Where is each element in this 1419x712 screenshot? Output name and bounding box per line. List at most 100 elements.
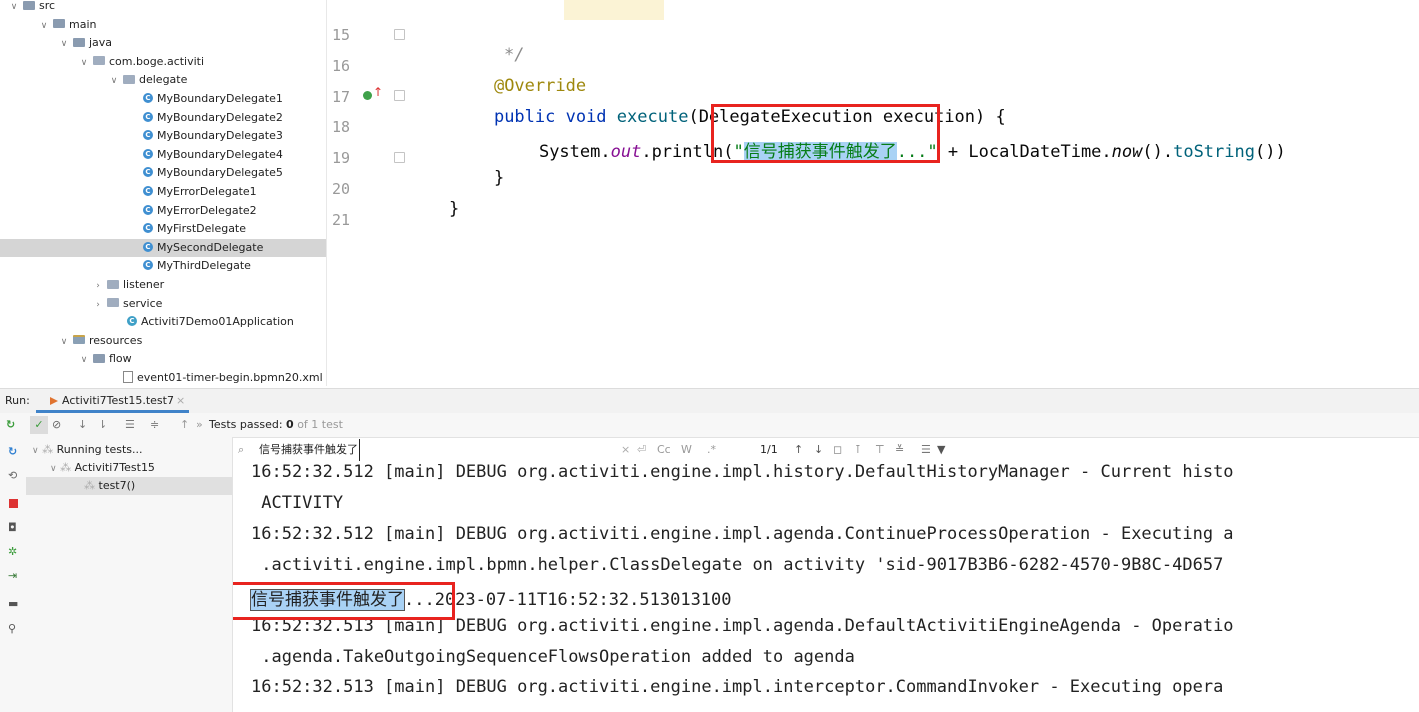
log-line: 16:52:32.512 [main] DEBUG org.activiti.e… bbox=[251, 524, 1234, 544]
new-line-icon[interactable]: ⏎ bbox=[637, 439, 646, 461]
rerun-failed-icon[interactable]: ↻ bbox=[8, 445, 17, 458]
tree-item[interactable]: C Activiti7Demo01Application bbox=[0, 313, 326, 332]
tree-item[interactable]: ∨ main bbox=[0, 16, 326, 35]
tree-item-label: src bbox=[39, 0, 56, 12]
tree-item[interactable]: › service bbox=[0, 295, 326, 314]
code-concat: + LocalDateTime. bbox=[937, 142, 1112, 162]
tree-item[interactable]: C MyErrorDelegate2 bbox=[0, 202, 326, 221]
console-output[interactable]: 16:52:32.512 [main] DEBUG org.activiti.e… bbox=[233, 461, 1419, 712]
tree-item[interactable]: C MyBoundaryDelegate4 bbox=[0, 146, 326, 165]
show-ignored-icon[interactable]: ⊘ bbox=[52, 413, 61, 437]
run-tool-window-header: Run: Activiti7Test15.test7 × bbox=[0, 388, 1419, 414]
chevron-right-icon[interactable]: › bbox=[92, 296, 104, 315]
select-all-matches-icon[interactable]: ◻ bbox=[833, 439, 842, 461]
tests-status: Tests passed: 0 of 1 test bbox=[209, 413, 343, 437]
fold-marker-icon[interactable] bbox=[394, 152, 405, 163]
tree-item[interactable]: › listener bbox=[0, 276, 326, 295]
regex-toggle[interactable]: .* bbox=[707, 439, 716, 461]
filter-icon[interactable]: ▼ bbox=[937, 439, 945, 461]
stop-icon[interactable] bbox=[9, 499, 18, 508]
tree-item-label: MyBoundaryDelegate1 bbox=[157, 92, 283, 105]
test-tree-item[interactable]: ∨ ⁂ Running tests... bbox=[26, 441, 232, 459]
tests-passed-count: 0 bbox=[286, 418, 294, 431]
pin-icon[interactable]: ⚲ bbox=[8, 622, 16, 635]
tree-item-label: MyBoundaryDelegate3 bbox=[157, 129, 283, 143]
fold-marker-icon[interactable] bbox=[394, 90, 405, 101]
chevron-down-icon[interactable]: ∨ bbox=[78, 351, 90, 370]
code-end: ()) bbox=[1254, 142, 1286, 162]
add-occurrence-icon[interactable]: ⊺ bbox=[855, 439, 861, 461]
words-toggle[interactable]: W bbox=[681, 439, 692, 461]
options-icon[interactable]: ☰ bbox=[921, 439, 931, 461]
tree-item[interactable]: C MyBoundaryDelegate5 bbox=[0, 164, 326, 183]
implements-method-icon[interactable] bbox=[363, 91, 372, 100]
next-match-icon[interactable]: ↓ bbox=[814, 439, 823, 461]
rerun-icon[interactable]: ↻ bbox=[6, 413, 15, 437]
select-all-occurrences-icon[interactable]: ≚ bbox=[895, 439, 904, 461]
override-arrow-icon[interactable]: ↑ bbox=[373, 85, 383, 99]
previous-match-icon[interactable]: ↑ bbox=[794, 439, 803, 461]
dump-threads-icon[interactable]: ◘ bbox=[8, 521, 17, 534]
chevron-down-icon[interactable]: ∨ bbox=[78, 54, 90, 73]
tree-item[interactable]: ∨ com.boge.activiti bbox=[0, 53, 326, 72]
chevron-down-icon[interactable]: ∨ bbox=[58, 35, 70, 54]
chevron-down-icon[interactable]: ∨ bbox=[58, 333, 70, 352]
console-search-bar: ⌕ 信号捕获事件触发了 × ⏎ Cc W .* 1/1 ↑ ↓ ◻ ⊺ ⊤ ≚ … bbox=[233, 439, 1419, 462]
search-input[interactable]: 信号捕获事件触发了 bbox=[259, 439, 360, 461]
test-tree-label: test7() bbox=[98, 479, 136, 492]
tree-item[interactable]: C MyThirdDelegate bbox=[0, 257, 326, 276]
toggle-auto-test-icon[interactable]: ⟲ bbox=[8, 469, 17, 482]
more-actions-icon[interactable]: » bbox=[196, 413, 203, 437]
tree-item-label: MyFirstDelegate bbox=[157, 222, 247, 236]
collapse-all-icon[interactable]: ≑ bbox=[150, 413, 159, 437]
previous-failed-icon[interactable]: ↑ bbox=[180, 413, 189, 437]
class-icon: C bbox=[143, 186, 153, 196]
fold-marker-icon[interactable] bbox=[394, 29, 405, 40]
tree-item[interactable]: event01-timer-begin.bpmn20.xml bbox=[0, 369, 326, 386]
test-results-tree: ∨ ⁂ Running tests... ∨ ⁂ Activiti7Test15… bbox=[26, 437, 233, 712]
layout-icon[interactable]: ▬ bbox=[8, 597, 18, 610]
tree-item[interactable]: C MyBoundaryDelegate1 bbox=[0, 90, 326, 109]
search-icon[interactable]: ⌕ bbox=[238, 439, 244, 461]
spring-class-icon: C bbox=[127, 316, 137, 327]
log-line: 16:52:32.513 [main] DEBUG org.activiti.e… bbox=[251, 677, 1224, 697]
tree-item-label: main bbox=[69, 17, 97, 31]
class-icon: C bbox=[143, 223, 153, 234]
clear-search-icon[interactable]: × bbox=[621, 439, 630, 461]
spinner-icon: ⁂ bbox=[42, 443, 54, 456]
tree-item[interactable]: C MyErrorDelegate1 bbox=[0, 183, 326, 202]
tree-item-label: resources bbox=[89, 333, 143, 347]
chevron-right-icon[interactable]: › bbox=[92, 277, 104, 296]
tree-item-label: Activiti7Demo01Application bbox=[141, 315, 294, 329]
sort-alpha-icon[interactable]: ↓ bbox=[78, 413, 87, 437]
remove-occurrence-icon[interactable]: ⊤ bbox=[875, 439, 885, 461]
test-tree-item[interactable]: ∨ ⁂ Activiti7Test15 bbox=[26, 459, 232, 477]
tree-item[interactable]: ∨ flow bbox=[0, 350, 326, 369]
tree-item[interactable]: C MyFirstDelegate bbox=[0, 220, 326, 239]
chevron-down-icon[interactable]: ∨ bbox=[8, 0, 20, 17]
tree-item[interactable]: ∨ src bbox=[0, 0, 326, 16]
expand-all-icon[interactable]: ☰ bbox=[125, 413, 135, 437]
tree-item-label: delegate bbox=[139, 73, 188, 87]
chevron-down-icon[interactable]: ∨ bbox=[108, 72, 120, 91]
spinner-icon: ⁂ bbox=[84, 479, 95, 492]
tree-item[interactable]: C MySecondDelegate bbox=[0, 238, 326, 258]
match-case-toggle[interactable]: Cc bbox=[657, 439, 671, 461]
tree-item[interactable]: ∨ resources bbox=[0, 332, 326, 351]
tree-item[interactable]: ∨ delegate bbox=[0, 71, 326, 90]
tree-item[interactable]: ∨ java bbox=[0, 34, 326, 53]
chevron-down-icon[interactable]: ∨ bbox=[38, 17, 50, 36]
test-tree-item[interactable]: ⁂ test7() bbox=[26, 477, 232, 495]
tree-item[interactable]: C MyBoundaryDelegate2 bbox=[0, 109, 326, 128]
tree-item-label: MyThirdDelegate bbox=[157, 259, 251, 273]
tree-item-label: flow bbox=[109, 352, 132, 366]
tree-item[interactable]: C MyBoundaryDelegate3 bbox=[0, 127, 326, 146]
code-editor[interactable]: 15 16 17 18 19 20 21 ↑ */ @Override public voi… bbox=[327, 0, 1419, 386]
class-icon: C bbox=[143, 130, 153, 141]
class-icon: C bbox=[143, 111, 153, 122]
settings-icon[interactable]: ✲ bbox=[8, 545, 17, 558]
show-passed-icon[interactable]: ✓ bbox=[30, 416, 48, 434]
tree-item-label: MyErrorDelegate1 bbox=[157, 185, 257, 198]
sort-duration-icon[interactable]: ⇂ bbox=[98, 413, 107, 437]
export-icon[interactable]: ⇥ bbox=[8, 569, 17, 582]
